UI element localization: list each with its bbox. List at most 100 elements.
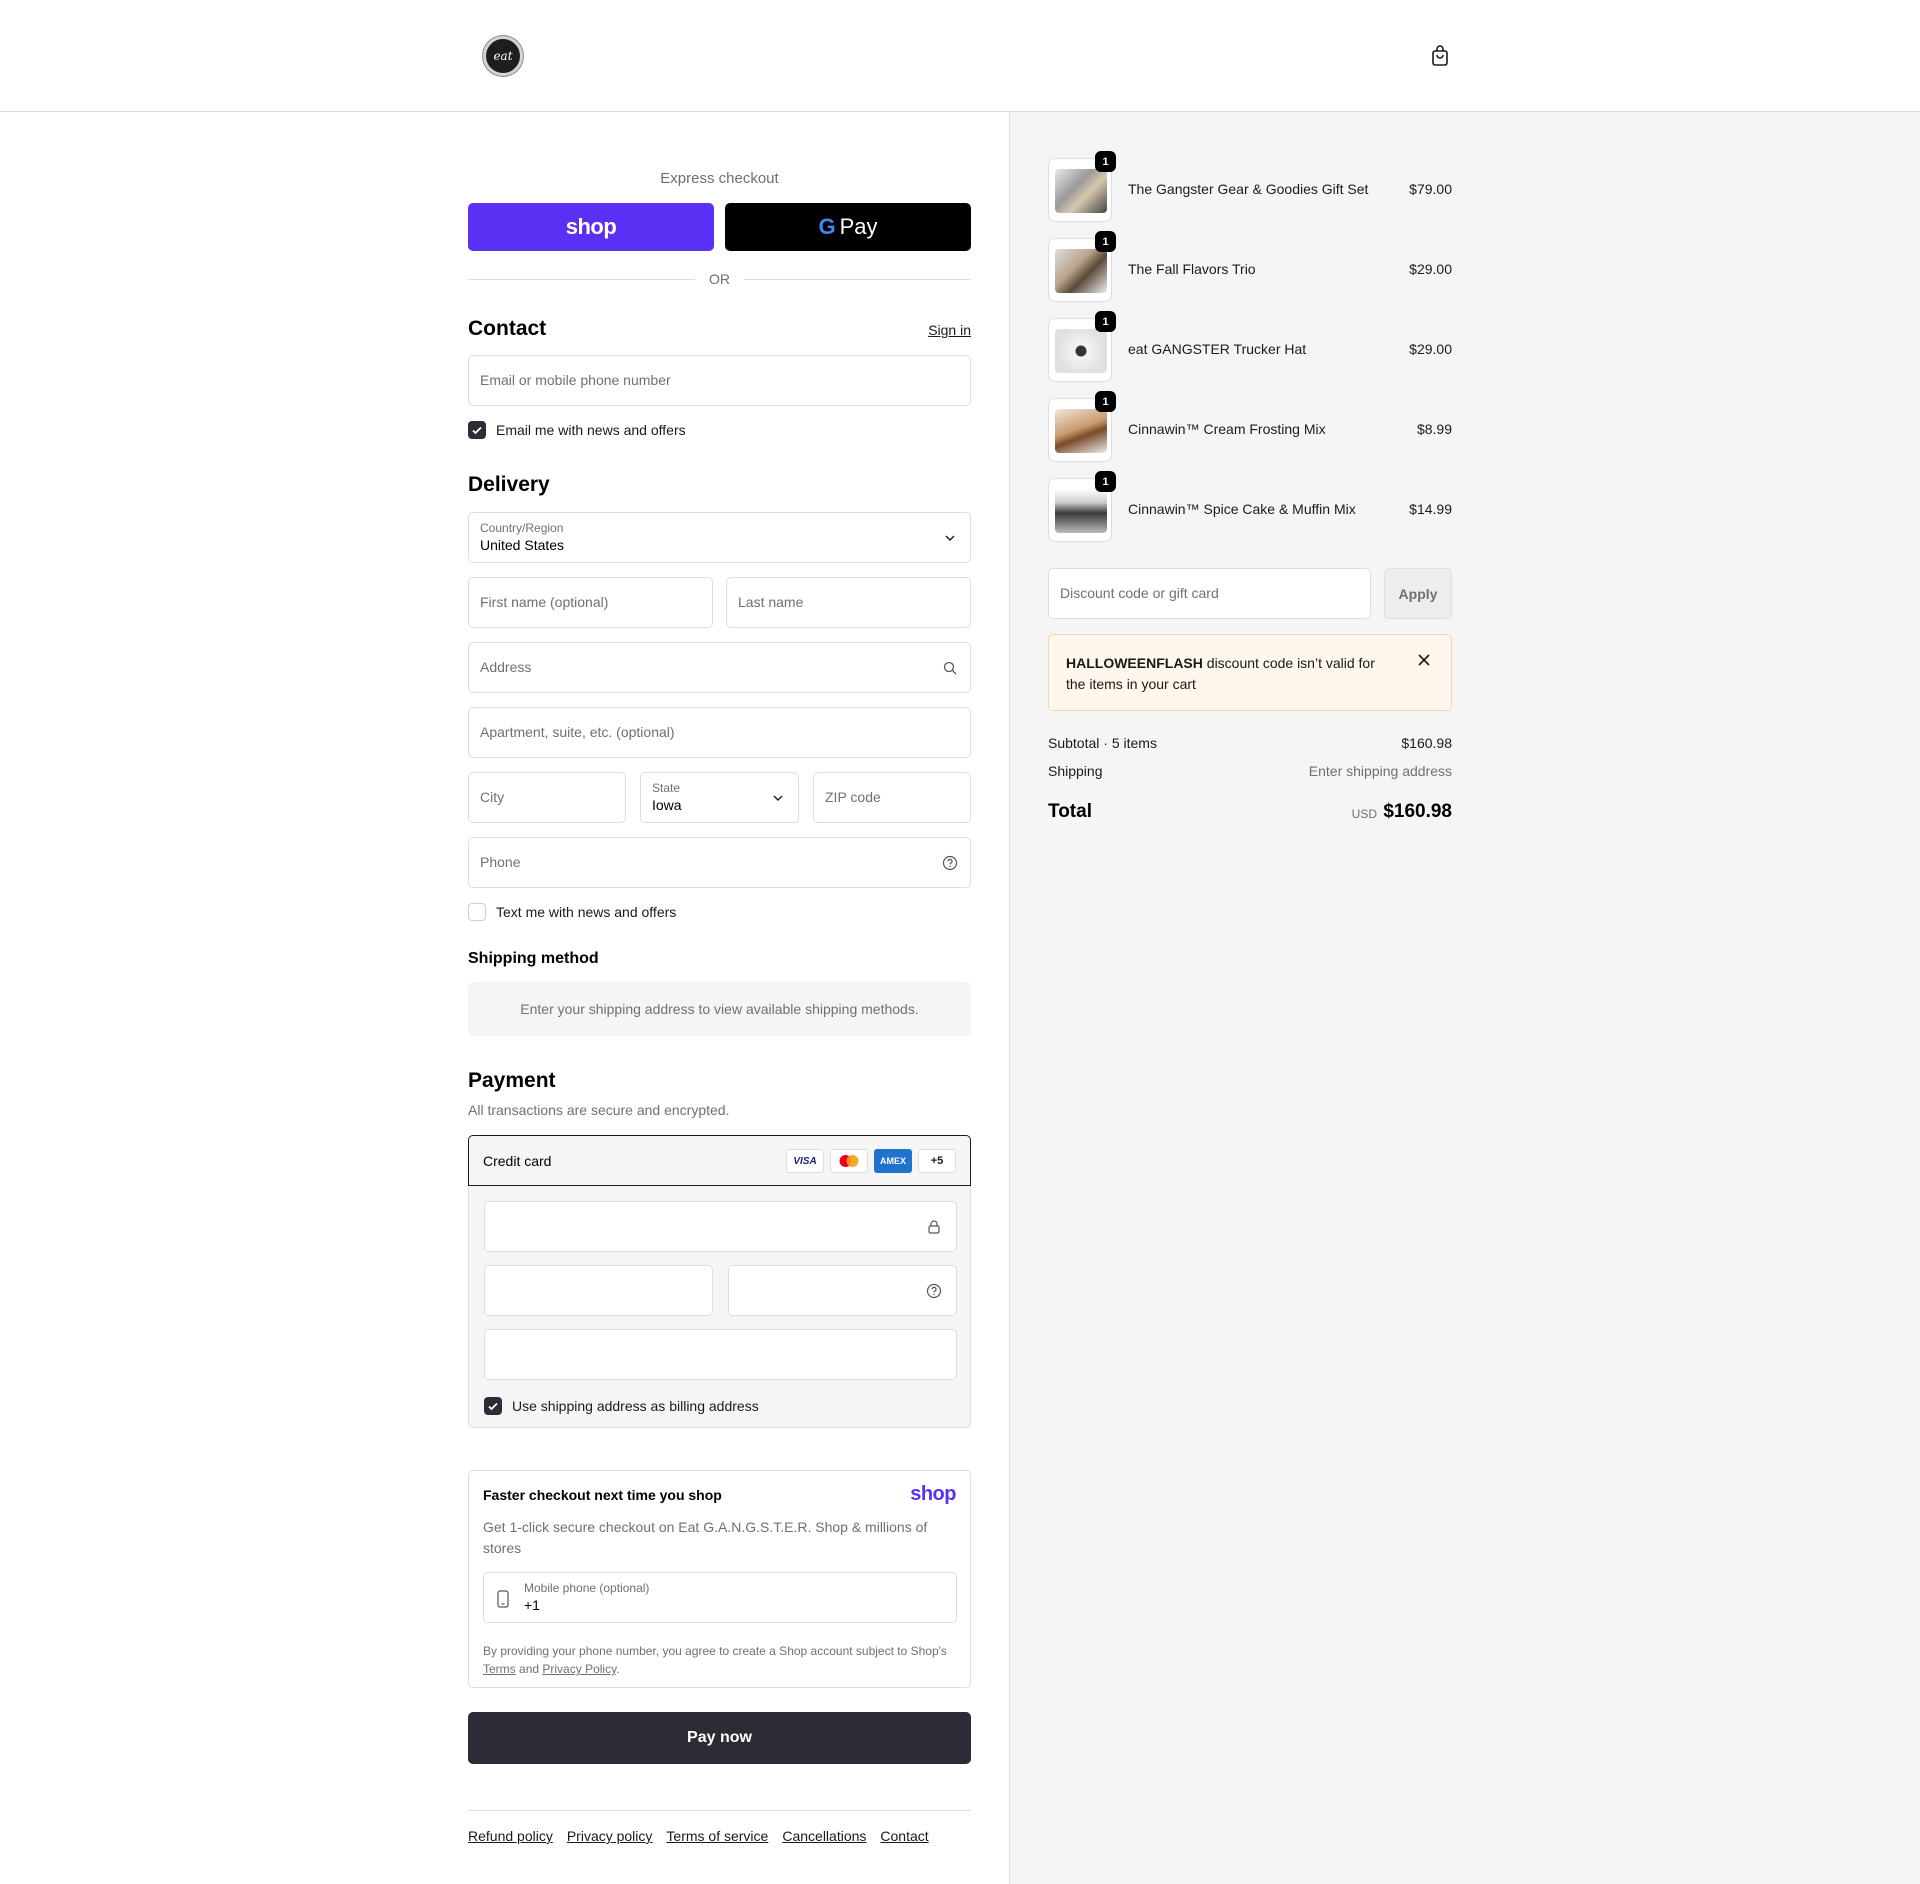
state-label: State	[652, 781, 681, 795]
newsletter-checkbox[interactable]	[468, 421, 486, 439]
sms-checkbox[interactable]	[468, 903, 486, 921]
apartment-placeholder: Apartment, suite, etc. (optional)	[480, 724, 675, 740]
contact-link[interactable]: Contact	[880, 1828, 928, 1844]
product-name: eat GANGSTER Trucker Hat	[1128, 341, 1307, 357]
name-on-card-field[interactable]	[484, 1329, 957, 1380]
quantity-badge: 1	[1095, 471, 1116, 492]
search-icon	[943, 661, 957, 675]
email-field[interactable]: Email or mobile phone number	[468, 355, 971, 406]
line-item: 1 eat GANGSTER Trucker Hat $29.00	[1048, 311, 1452, 382]
city-placeholder: City	[480, 789, 505, 805]
terms-of-service-link[interactable]: Terms of service	[666, 1828, 768, 1844]
country-label: Country/Region	[480, 521, 564, 535]
alert-code: HALLOWEENFLASH	[1066, 655, 1203, 671]
quantity-badge: 1	[1095, 151, 1116, 172]
pay-now-label: Pay now	[687, 1729, 752, 1746]
discount-code-field[interactable]: Discount code or gift card	[1048, 568, 1371, 619]
product-name: Cinnawin™ Cream Frosting Mix	[1128, 421, 1326, 437]
store-logo[interactable]: eat	[483, 36, 523, 76]
first-name-field[interactable]: First name (optional)	[468, 577, 713, 628]
shop-logo: shop	[910, 1483, 956, 1505]
apply-label: Apply	[1398, 585, 1438, 602]
more-cards-badge: +5	[918, 1149, 956, 1173]
express-checkout-title: Express checkout	[660, 170, 779, 187]
state-value: Iowa	[652, 797, 682, 813]
legal-and: and	[519, 1662, 540, 1676]
billing-checkbox-row[interactable]: Use shipping address as billing address	[484, 1397, 759, 1415]
card-number-field[interactable]	[484, 1201, 957, 1252]
last-name-field[interactable]: Last name	[726, 577, 971, 628]
apartment-field[interactable]: Apartment, suite, etc. (optional)	[468, 707, 971, 758]
apply-discount-button[interactable]: Apply	[1384, 568, 1452, 619]
chevron-down-icon	[773, 795, 783, 801]
credit-card-form: Use shipping address as billing address	[468, 1186, 971, 1428]
sms-checkbox-row[interactable]: Text me with news and offers	[468, 903, 676, 921]
card-brands: VISA AMEX +5	[786, 1149, 956, 1173]
close-icon[interactable]	[1417, 653, 1431, 667]
shipping-value: Enter shipping address	[1308, 763, 1452, 779]
credit-card-label: Credit card	[483, 1153, 552, 1169]
country-select[interactable]: Country/Region United States	[468, 512, 971, 563]
legal-period: .	[616, 1662, 620, 1676]
lock-icon	[928, 1220, 940, 1234]
shopping-bag-icon[interactable]	[1428, 44, 1452, 68]
sms-label: Text me with news and offers	[496, 904, 677, 920]
expiration-date-field[interactable]	[484, 1265, 713, 1316]
sign-in-link[interactable]: Sign in	[928, 322, 971, 338]
help-circle-icon[interactable]	[942, 855, 958, 871]
zip-placeholder: ZIP code	[825, 789, 881, 805]
subtotal-value: $160.98	[1401, 735, 1452, 751]
google-pay-button[interactable]: G Pay	[725, 203, 971, 251]
logo-text: eat	[493, 49, 513, 63]
mobile-phone-icon	[497, 1590, 509, 1608]
shipping-method-text: Enter your shipping address to view avai…	[520, 1001, 919, 1017]
header: eat	[0, 0, 1920, 112]
payment-heading: Payment	[468, 1069, 556, 1092]
mobile-phone-field[interactable]: Mobile phone (optional) +1	[483, 1572, 957, 1623]
address-field[interactable]: Address	[468, 642, 971, 693]
quantity-badge: 1	[1095, 311, 1116, 332]
email-placeholder: Email or mobile phone number	[480, 372, 671, 388]
check-icon	[472, 426, 482, 435]
mobile-phone-value: +1	[524, 1597, 540, 1613]
shop-pay-legal: By providing your phone number, you agre…	[483, 1642, 953, 1678]
total-value: $160.98	[1383, 801, 1452, 822]
footer-links: Refund policy Privacy policy Terms of se…	[468, 1828, 929, 1844]
privacy-policy-footer-link[interactable]: Privacy policy	[567, 1828, 653, 1844]
billing-checkbox[interactable]	[484, 1397, 502, 1415]
refund-policy-link[interactable]: Refund policy	[468, 1828, 553, 1844]
currency-code: USD	[1351, 807, 1377, 821]
product-price: $8.99	[1416, 421, 1452, 437]
mobile-phone-label: Mobile phone (optional)	[524, 1581, 650, 1595]
shop-pay-button[interactable]: shop	[468, 203, 714, 251]
terms-link[interactable]: Terms	[483, 1662, 516, 1676]
discount-placeholder: Discount code or gift card	[1060, 585, 1219, 601]
line-item: 1 Cinnawin™ Spice Cake & Muffin Mix $14.…	[1048, 471, 1452, 542]
shop-pay-title: Faster checkout next time you shop	[483, 1487, 722, 1503]
product-price: $79.00	[1409, 181, 1452, 197]
security-code-field[interactable]	[728, 1265, 957, 1316]
phone-placeholder: Phone	[480, 854, 521, 870]
city-field[interactable]: City	[468, 772, 626, 823]
privacy-policy-link[interactable]: Privacy Policy	[542, 1662, 616, 1676]
help-circle-icon[interactable]	[926, 1283, 942, 1299]
subtotal-label: Subtotal · 5 items	[1048, 735, 1157, 751]
newsletter-label: Email me with news and offers	[496, 422, 686, 438]
cancellations-link[interactable]: Cancellations	[782, 1828, 866, 1844]
delivery-heading: Delivery	[468, 473, 550, 496]
alert-message: HALLOWEENFLASH discount code isn’t valid…	[1066, 653, 1396, 695]
state-select[interactable]: State Iowa	[640, 772, 799, 823]
legal-text: By providing your phone number, you agre…	[483, 1644, 947, 1658]
line-item: 1 Cinnawin™ Cream Frosting Mix $8.99	[1048, 391, 1452, 462]
product-price: $29.00	[1409, 261, 1452, 277]
product-name: Cinnawin™ Spice Cake & Muffin Mix	[1128, 501, 1356, 517]
pay-now-button[interactable]: Pay now	[468, 1712, 971, 1764]
phone-field[interactable]: Phone	[468, 837, 971, 888]
address-placeholder: Address	[480, 659, 532, 675]
credit-card-option[interactable]: Credit card VISA AMEX +5	[468, 1135, 971, 1186]
zip-field[interactable]: ZIP code	[813, 772, 971, 823]
newsletter-checkbox-row[interactable]: Email me with news and offers	[468, 421, 686, 439]
total-row: Total USD $160.98	[1048, 799, 1452, 825]
or-divider: OR	[468, 269, 971, 289]
total-label: Total	[1048, 801, 1092, 822]
